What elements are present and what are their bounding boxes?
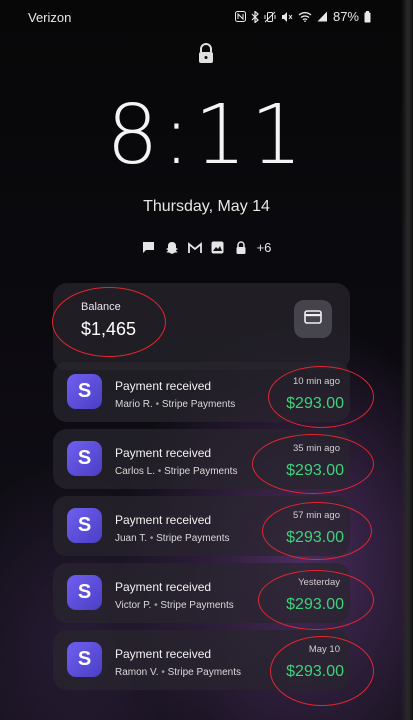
payer-name: Ramon V.	[115, 667, 159, 678]
payment-amount: $293.00	[286, 462, 344, 479]
payment-amount: $293.00	[286, 663, 344, 680]
stripe-app-icon: S	[67, 441, 102, 476]
payment-title: Payment received	[115, 379, 212, 393]
payment-subtitle: Mario R. • Stripe Payments	[115, 399, 235, 410]
battery-icon	[364, 10, 371, 23]
payment-source: Stripe Payments	[164, 466, 238, 477]
payment-source: Stripe Payments	[160, 600, 234, 611]
payment-source: Stripe Payments	[156, 533, 230, 544]
card-button[interactable]	[294, 300, 332, 338]
payment-subtitle: Carlos L. • Stripe Payments	[115, 466, 237, 477]
payment-notification[interactable]: S Payment received Juan T. • Stripe Paym…	[53, 496, 350, 556]
clock: 8:11	[106, 88, 307, 183]
payment-source: Stripe Payments	[161, 399, 236, 410]
carrier-label: Verizon	[28, 10, 72, 25]
lock-screen: Verizon 87% 8:11 Thursday, May 14 +6 Bal…	[0, 0, 413, 720]
nfc-icon	[234, 11, 246, 22]
payment-notification[interactable]: S Payment received Mario R. • Stripe Pay…	[53, 362, 350, 422]
snapchat-icon	[165, 241, 179, 255]
payment-title: Payment received	[115, 446, 212, 460]
payment-title: Payment received	[115, 580, 212, 594]
battery-level: 87%	[332, 9, 359, 24]
payment-subtitle: Juan T. • Stripe Payments	[115, 533, 230, 544]
stripe-app-icon: S	[67, 642, 102, 677]
payment-notification[interactable]: S Payment received Victor P. • Stripe Pa…	[53, 563, 350, 623]
notification-icons-row[interactable]: +6	[0, 240, 413, 255]
balance-amount: $1,465	[81, 319, 137, 339]
status-bar: Verizon 87%	[0, 0, 413, 36]
separator-dot: •	[155, 466, 165, 477]
payment-amount: $293.00	[286, 596, 344, 613]
date-label: Thursday, May 14	[143, 198, 270, 215]
vibrate-icon	[264, 11, 276, 23]
payment-subtitle: Ramon V. • Stripe Payments	[115, 667, 241, 678]
payment-title: Payment received	[115, 647, 212, 661]
mute-icon	[281, 11, 293, 23]
payer-name: Juan T.	[115, 533, 148, 544]
gmail-icon	[187, 241, 202, 255]
credit-card-icon	[304, 309, 322, 329]
payer-name: Victor P.	[115, 600, 152, 611]
payment-source: Stripe Payments	[167, 667, 241, 678]
payment-time: 10 min ago	[292, 376, 340, 387]
payment-time: 57 min ago	[292, 510, 340, 521]
gallery-icon	[211, 241, 225, 255]
stripe-app-icon: S	[67, 508, 102, 543]
wifi-icon	[298, 11, 312, 22]
lock-icon[interactable]	[196, 42, 216, 64]
balance-label: Balance	[81, 301, 121, 313]
status-icons: 87%	[234, 9, 371, 24]
payment-time: May 10	[308, 644, 340, 655]
more-notifications-count: +6	[256, 240, 272, 255]
payment-subtitle: Victor P. • Stripe Payments	[115, 600, 234, 611]
bluetooth-icon	[251, 10, 259, 23]
message-icon	[142, 241, 156, 255]
separator-dot: •	[147, 533, 157, 544]
payment-amount: $293.00	[286, 395, 344, 412]
payment-notification[interactable]: S Payment received Ramon V. • Stripe Pay…	[53, 630, 350, 690]
payment-time: Yesterday	[298, 577, 340, 588]
payer-name: Carlos L.	[115, 466, 156, 477]
payment-notification[interactable]: S Payment received Carlos L. • Stripe Pa…	[53, 429, 350, 489]
stripe-app-icon: S	[67, 575, 102, 610]
lock-icon	[234, 241, 248, 255]
payer-name: Mario R.	[115, 399, 153, 410]
payment-time: 35 min ago	[292, 443, 340, 454]
payment-title: Payment received	[115, 513, 212, 527]
signal-icon	[317, 11, 328, 22]
stripe-app-icon: S	[67, 374, 102, 409]
separator-dot: •	[158, 667, 168, 678]
payment-amount: $293.00	[286, 529, 344, 546]
balance-card[interactable]: Balance $1,465	[53, 283, 350, 370]
separator-dot: •	[152, 399, 162, 410]
